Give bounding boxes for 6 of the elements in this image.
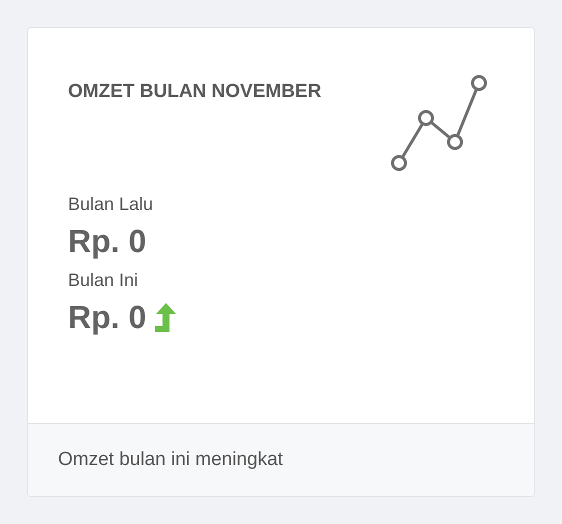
revenue-value: Rp. 0 — [68, 223, 146, 260]
footer-text: Omzet bulan ini meningkat — [58, 449, 283, 471]
revenue-value: Rp. 0 — [68, 299, 146, 336]
card-title: OMZET BULAN NOVEMBER — [68, 81, 322, 103]
period-label: Bulan Ini — [68, 270, 140, 291]
period-label: Bulan Lalu — [68, 194, 154, 215]
